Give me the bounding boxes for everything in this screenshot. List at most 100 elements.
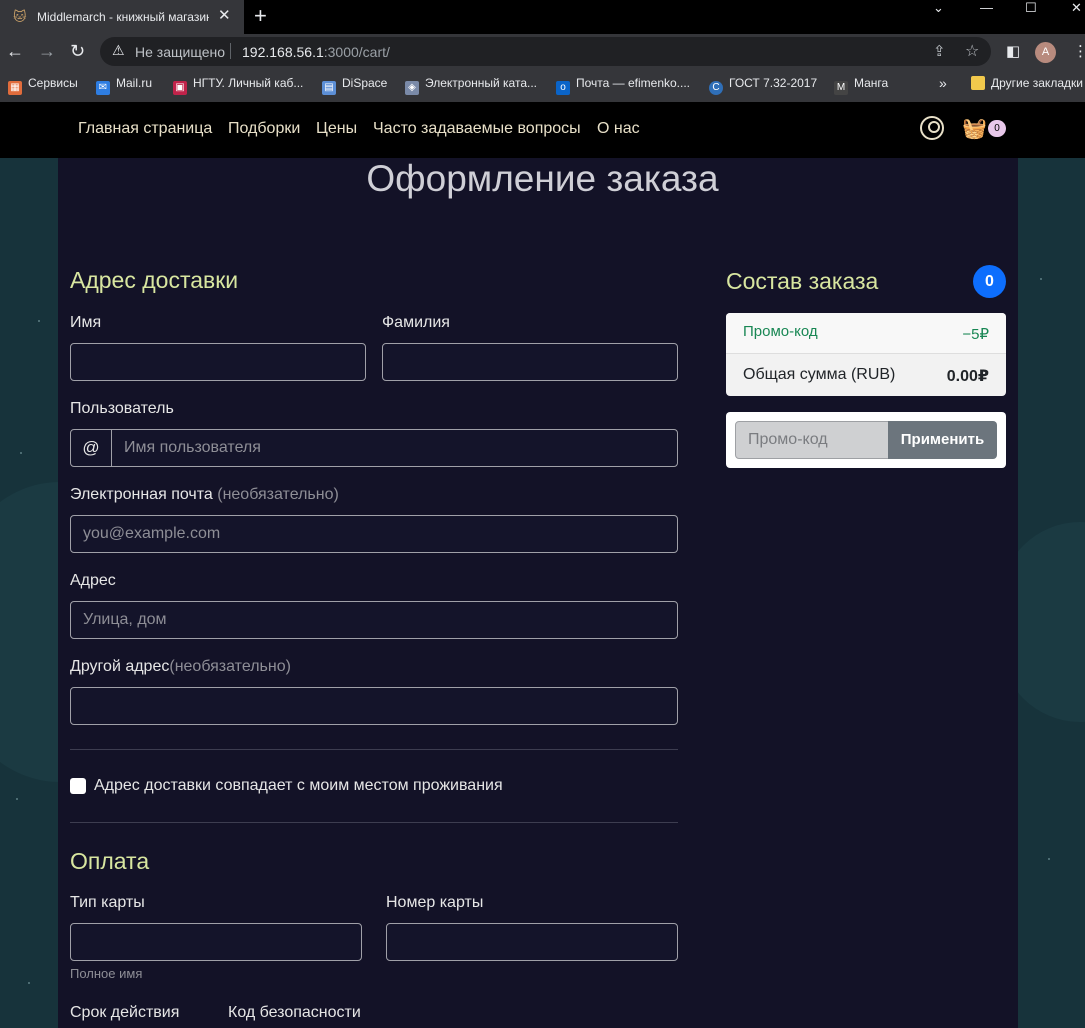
manga-icon: M	[834, 81, 848, 95]
bookmark-label: Электронный ката...	[425, 76, 538, 90]
folder-icon	[971, 76, 985, 90]
address-label: Адрес	[70, 572, 116, 589]
username-input[interactable]: Имя пользователя	[111, 429, 678, 467]
divider	[70, 822, 678, 823]
shopping-basket-icon[interactable]: 🧺	[962, 118, 987, 140]
user-account-icon[interactable]	[920, 116, 944, 140]
card-number-input[interactable]	[386, 923, 678, 961]
nav-faq[interactable]: Часто задаваемые вопросы	[373, 120, 581, 138]
address2-label-text: Другой адрес	[70, 658, 170, 675]
reload-icon[interactable]: ↻	[70, 40, 85, 62]
expiry-label: Срок действия	[70, 1004, 180, 1021]
bookmark-manga[interactable]: M Манга	[834, 76, 888, 95]
bookmark-star-icon[interactable]: ☆	[965, 41, 979, 61]
card-number-label: Номер карты	[386, 894, 484, 911]
last-name-input[interactable]	[382, 343, 678, 381]
close-tab-icon[interactable]: ✕	[218, 7, 231, 25]
first-name-input[interactable]	[70, 343, 366, 381]
order-summary: Промо-код −5₽ Общая сумма (RUB) 0.00₽	[726, 313, 1006, 396]
nav-about[interactable]: О нас	[597, 120, 640, 138]
address-input[interactable]: Улица, дом	[70, 601, 678, 639]
same-address-checkbox[interactable]	[70, 778, 86, 794]
address2-input[interactable]	[70, 687, 678, 725]
url-path: :3000/cart/	[323, 44, 390, 60]
total-label: Общая сумма (RUB)	[743, 366, 896, 383]
bookmark-label: Другие закладки	[991, 76, 1083, 90]
site-favicon-icon: 🐱	[13, 9, 27, 24]
address2-optional-hint: (необязательно)	[169, 658, 291, 675]
bookmark-label: Сервисы	[28, 76, 78, 90]
bookmark-dispace[interactable]: ▤ DiSpace	[322, 76, 387, 95]
bookmark-ngtu[interactable]: ▣ НГТУ. Личный каб...	[173, 76, 303, 95]
email-label: Электронная почта (необязательно)	[70, 486, 339, 504]
profile-avatar[interactable]: A	[1035, 42, 1056, 63]
bookmark-other[interactable]: Другие закладки	[971, 76, 1083, 90]
security-status[interactable]: Не защищено	[135, 44, 225, 60]
card-type-input[interactable]	[70, 923, 362, 961]
warning-icon[interactable]: ⚠	[112, 42, 125, 59]
total-value: 0.00₽	[946, 368, 989, 385]
omnibox-divider	[230, 43, 231, 59]
divider	[70, 749, 678, 750]
order-count-badge: 0	[973, 265, 1006, 298]
email-label-text: Электронная почта	[70, 486, 213, 503]
tab-search-icon[interactable]: ⌄	[933, 1, 944, 16]
background-star	[1048, 858, 1050, 860]
close-window-icon[interactable]: ✕	[1071, 1, 1082, 16]
maximize-icon[interactable]: ☐	[1025, 1, 1037, 16]
more-bookmarks-icon[interactable]: »	[939, 76, 947, 90]
background-star	[38, 320, 40, 322]
tab-strip: 🐱 Middlemarch - книжный магазин ✕ + ⌄ — …	[0, 0, 1085, 34]
promo-code-input[interactable]: Промо-код	[735, 421, 889, 459]
order-heading: Состав заказа	[726, 268, 879, 294]
side-panel-icon[interactable]: ◧	[1006, 42, 1020, 60]
bookmark-mail-efimenko[interactable]: o Почта — efimenko....	[556, 76, 690, 95]
cart-count-badge: 0	[988, 120, 1006, 137]
payment-heading: Оплата	[70, 848, 150, 874]
cvv-label: Код безопасности	[228, 1004, 361, 1021]
promo-discount-value: −5₽	[962, 326, 989, 343]
bookmark-mailru[interactable]: ✉ Mail.ru	[96, 76, 152, 95]
page-title: Оформление заказа	[366, 158, 719, 199]
bookmark-catalog[interactable]: ◈ Электронный ката...	[405, 76, 537, 95]
apply-promo-button[interactable]: Применить	[888, 421, 997, 459]
address-bar[interactable]: ⚠ Не защищено 192.168.56.1:3000/cart/ ⇪ …	[100, 37, 991, 66]
bookmark-services[interactable]: ▦ Сервисы	[8, 76, 78, 95]
bookmark-label: Mail.ru	[116, 76, 153, 90]
ngtu-icon: ▣	[173, 81, 187, 95]
site-navbar: Главная страница Подборки Цены Часто зад…	[0, 102, 1085, 158]
back-icon[interactable]: ←	[6, 40, 24, 62]
menu-icon[interactable]: ⋮	[1073, 42, 1085, 60]
background-star	[20, 452, 22, 454]
email-input[interactable]: you@example.com	[70, 515, 678, 553]
outlook-icon: o	[556, 81, 570, 95]
browser-tab[interactable]: 🐱 Middlemarch - книжный магазин ✕	[0, 0, 244, 34]
same-address-label: Адрес доставки совпадает с моим местом п…	[94, 777, 503, 794]
card-type-help: Полное имя	[70, 966, 143, 981]
bookmark-gost[interactable]: C ГОСТ 7.32-2017	[709, 76, 817, 95]
bookmark-label: Почта — efimenko....	[576, 76, 691, 90]
nav-home[interactable]: Главная страница	[78, 120, 212, 138]
new-tab-icon[interactable]: +	[254, 4, 267, 28]
bookmarks-bar: ▦ Сервисы ✉ Mail.ru ▣ НГТУ. Личный каб... ▤…	[0, 70, 1085, 102]
minimize-icon[interactable]: —	[980, 1, 993, 16]
mail-icon: ✉	[96, 81, 110, 95]
share-icon[interactable]: ⇪	[933, 42, 946, 60]
gost-icon: C	[709, 81, 723, 95]
username-label: Пользователь	[70, 400, 174, 417]
email-optional-hint: (необязательно)	[217, 486, 339, 503]
url-text[interactable]: 192.168.56.1:3000/cart/	[242, 44, 390, 60]
first-name-label: Имя	[70, 314, 102, 331]
forward-icon[interactable]: →	[38, 40, 56, 62]
nav-prices[interactable]: Цены	[316, 120, 357, 138]
url-host: 192.168.56.1	[242, 44, 324, 60]
promo-code-label: Промо-код	[743, 323, 818, 340]
background-star	[28, 982, 30, 984]
promo-form: Промо-код Применить	[726, 412, 1006, 468]
nav-collections[interactable]: Подборки	[228, 120, 300, 138]
tab-title: Middlemarch - книжный магазин	[37, 10, 209, 24]
bookmark-label: ГОСТ 7.32-2017	[729, 76, 818, 90]
last-name-label: Фамилия	[382, 314, 450, 331]
catalog-icon: ◈	[405, 81, 419, 95]
browser-toolbar: ← → ↻ ⚠ Не защищено 192.168.56.1:3000/ca…	[0, 34, 1085, 70]
